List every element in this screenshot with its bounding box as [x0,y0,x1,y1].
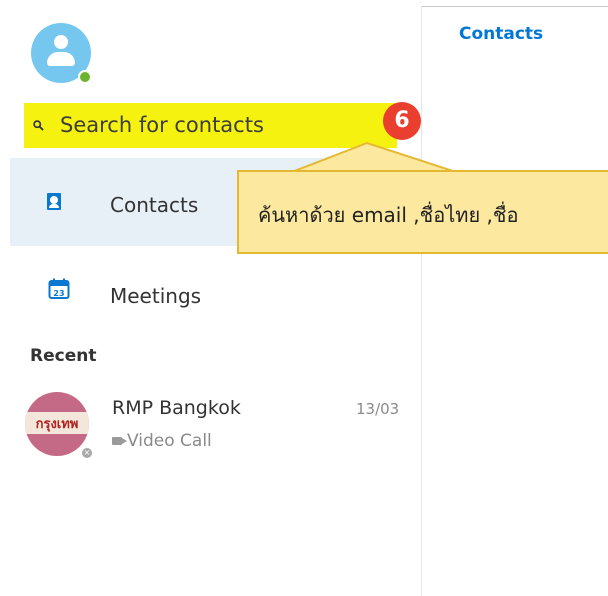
search-icon [33,120,44,131]
sidebar [10,6,422,596]
annotation-callout-text: ค้นหาด้วย email ,ชื่อไทย ,ชื่อ [258,203,519,227]
contact-date: 13/03 [356,400,400,418]
main-title: Contacts [459,24,544,44]
callout-pointer [292,141,456,173]
contact-avatar: กรุงเทพ [25,392,89,456]
avatar-text: กรุงเทพ [35,417,79,432]
user-icon [54,35,68,49]
contact-book-icon [47,193,61,210]
presence-offline-icon: × [80,446,94,460]
search-input[interactable] [60,109,380,141]
user-icon-body [47,52,75,66]
recent-section-header: Recent [30,346,97,366]
contact-subtitle: Video Call [127,431,212,451]
video-call-icon [112,437,122,445]
calendar-icon: 23 [48,278,70,299]
presence-online-indicator [78,70,92,84]
contact-name: RMP Bangkok [112,397,241,419]
annotation-step-badge: 6 [383,102,421,140]
svg-text:23: 23 [53,289,64,298]
nav-item-meetings[interactable]: Meetings [110,284,201,308]
nav-item-contacts-label: Contacts [110,193,199,217]
